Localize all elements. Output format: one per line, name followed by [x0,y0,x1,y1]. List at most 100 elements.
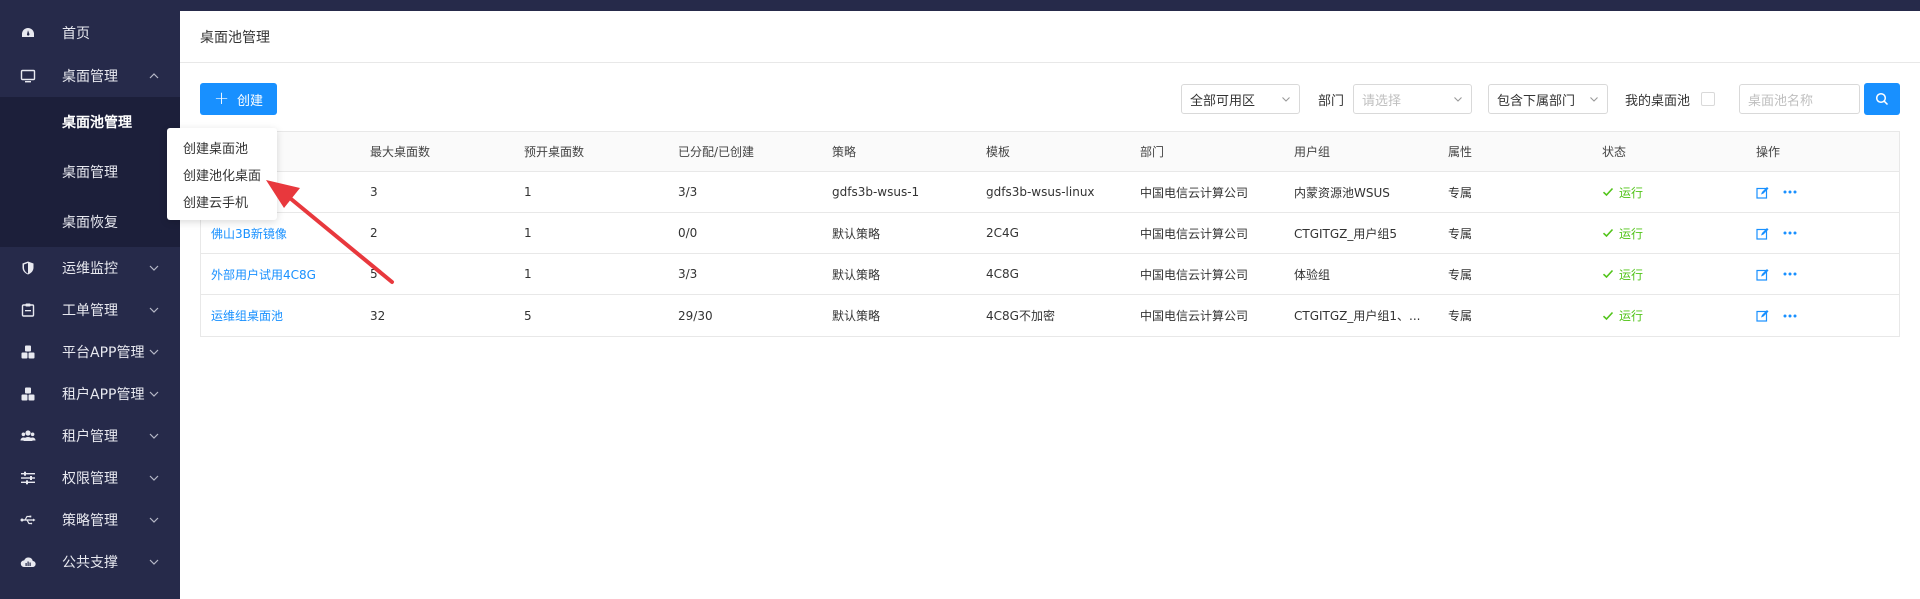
sidebar-item-label: 策略管理 [62,513,118,529]
cell-policy: 默认策略 [832,309,881,323]
cell-max: 5 [370,267,378,281]
cell-allocated: 3/3 [678,185,698,199]
cell-actions [1746,268,1895,281]
cell-max: 32 [370,308,386,323]
status-text: 运行 [1619,226,1644,241]
cell-preopen: 5 [524,308,532,323]
edit-icon[interactable] [1756,227,1769,240]
more-icon[interactable] [1783,272,1797,276]
sidebar: 首页 桌面管理 桌面池管理 桌面管理 桌面恢复 运维监控 工单管理 平台APP管… [0,11,180,599]
cell-user-group: CTGITGZ_用户组5 [1294,226,1398,241]
cell-department: 中国电信云计算公司 [1140,226,1249,241]
pool-name-link[interactable]: 外部用户试用4C8G [201,266,360,283]
status-text: 运行 [1619,185,1644,200]
sidebar-item-platform-app[interactable]: 平台APP管理 [0,331,180,373]
sidebar-item-ops-monitor[interactable]: 运维监控 [0,247,180,289]
cell-actions [1746,186,1895,199]
pool-name-link[interactable]: 佛山3B新镜像 [201,225,360,242]
my-pool-label: 我的桌面池 [1624,93,1690,109]
sidebar-item-label: 运维监控 [62,261,118,277]
chevron-down-icon [149,391,159,397]
include-sub-dept-select[interactable]: 包含下属部门 [1487,84,1608,114]
search-button[interactable] [1864,83,1900,115]
sidebar-item-policy[interactable]: 策略管理 [0,499,180,541]
sidebar-item-label: 首页 [62,26,90,42]
header-status: 状态 [1602,145,1627,159]
sidebar-item-label: 租户APP管理 [62,387,145,403]
table-row: 3 1 3/3 gdfs3b-wsus-1 gdfs3b-wsus-linux … [201,172,1899,213]
header-department: 部门 [1140,145,1165,159]
sidebar-item-tenant-app[interactable]: 租户APP管理 [0,373,180,415]
edit-icon[interactable] [1756,268,1769,281]
sidebar-item-desktop-list[interactable]: 桌面管理 [0,147,180,197]
sidebar-item-desktop-pool[interactable]: 桌面池管理 [0,97,180,147]
check-icon [1602,311,1614,320]
table-header-row: 最大桌面数 预开桌面数 已分配/已创建 策略 模板 部门 用户组 属性 状态 操… [201,132,1899,172]
cell-actions [1746,227,1895,240]
cell-max: 2 [370,226,378,240]
desktop-pool-table: 最大桌面数 预开桌面数 已分配/已创建 策略 模板 部门 用户组 属性 状态 操… [200,131,1900,337]
pool-name-link[interactable]: 运维组桌面池 [201,307,360,324]
sidebar-item-tickets[interactable]: 工单管理 [0,289,180,331]
status-badge: 运行 [1602,307,1746,324]
header-template: 模板 [986,145,1011,159]
cell-user-group: 体验组 [1294,267,1331,282]
sidebar-item-desktop-management[interactable]: 桌面管理 [0,55,180,97]
plus-icon: + [213,88,230,109]
sidebar-item-tenant-management[interactable]: 租户管理 [0,415,180,457]
edit-icon[interactable] [1756,186,1769,199]
users-icon [20,428,36,444]
top-bar [0,0,1920,11]
cell-policy: 默认策略 [832,267,881,282]
sidebar-item-public-support[interactable]: 公共支撑 [0,541,180,583]
check-icon [1602,187,1614,197]
create-button[interactable]: + 创建 [200,83,277,115]
cell-status: 运行 [1592,225,1746,242]
my-pool-checkbox[interactable] [1701,92,1715,106]
chevron-down-icon [149,475,159,481]
cell-preopen: 1 [524,185,532,199]
dept-label: 部门 [1317,93,1344,109]
cell-template: gdfs3b-wsus-linux [986,185,1095,199]
dept-select-placeholder: 请选择 [1361,93,1401,109]
sidebar-item-label: 权限管理 [62,471,118,487]
chevron-down-icon [1282,97,1290,102]
status-badge: 运行 [1602,225,1746,242]
menu-item-create-cloud-phone[interactable]: 创建云手机 [167,188,277,215]
status-text: 运行 [1619,309,1644,323]
sidebar-item-label: 桌面管理 [62,69,118,85]
more-icon[interactable] [1783,190,1797,194]
sliders-icon [20,470,36,486]
cell-department: 中国电信云计算公司 [1140,309,1249,323]
more-icon[interactable] [1783,314,1797,318]
cell-template: 4C8G [986,267,1019,281]
create-dropdown-menu: 创建桌面池 创建池化桌面 创建云手机 [167,128,277,220]
menu-item-create-pooled-desktop[interactable]: 创建池化桌面 [167,161,277,188]
table-row: 运维组桌面池 32 5 29/30 默认策略 4C8G不加密 中国电信云计算公司… [201,295,1899,336]
edit-icon[interactable] [1756,309,1769,322]
pool-name-search-input[interactable]: 桌面池名称 [1739,84,1860,114]
include-sub-dept-value: 包含下属部门 [1496,93,1575,109]
zone-select[interactable]: 全部可用区 [1180,84,1300,114]
more-icon[interactable] [1783,231,1797,235]
dept-select[interactable]: 请选择 [1352,84,1472,114]
cell-attribute: 专属 [1448,185,1473,200]
status-badge: 运行 [1602,266,1746,283]
cell-preopen: 1 [524,226,532,240]
cell-attribute: 专属 [1448,226,1473,241]
usb-icon [20,512,36,528]
cell-status: 运行 [1592,184,1746,201]
status-text: 运行 [1619,267,1644,282]
menu-item-create-pool[interactable]: 创建桌面池 [167,134,277,161]
sidebar-item-desktop-restore[interactable]: 桌面恢复 [0,197,180,247]
sidebar-item-label: 租户管理 [62,429,118,445]
table-row: 外部用户试用4C8G 5 1 3/3 默认策略 4C8G 中国电信云计算公司 体… [201,254,1899,295]
sidebar-item-home[interactable]: 首页 [0,11,180,55]
chevron-down-icon [1454,97,1462,102]
cubes-icon [20,386,36,402]
cell-attribute: 专属 [1448,267,1473,282]
sidebar-item-permissions[interactable]: 权限管理 [0,457,180,499]
cell-allocated: 29/30 [678,308,713,323]
cell-status: 运行 [1592,266,1746,283]
chevron-down-icon [149,559,159,565]
